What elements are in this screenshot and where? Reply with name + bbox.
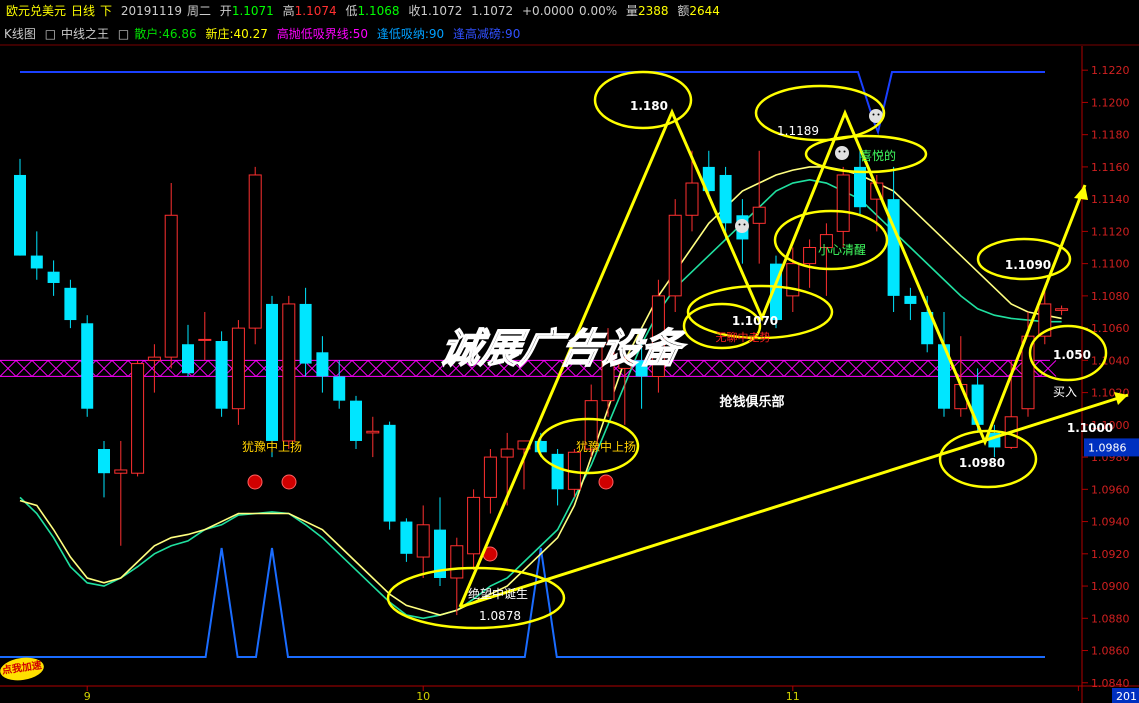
smiley-eye [738, 223, 741, 226]
smiley-eye [743, 223, 746, 226]
candle-body-down [215, 341, 228, 409]
candle-body-up [1055, 308, 1069, 311]
signal-dot [247, 474, 263, 490]
top-signal-line [20, 71, 1045, 136]
candle-body-up [231, 327, 245, 410]
label-buy: 买入 [1053, 385, 1077, 399]
candle-body-up [416, 524, 430, 558]
candle-body-down [64, 287, 77, 321]
x-tick-label: 201 [1116, 690, 1137, 703]
label-1090: 1.1090 [1005, 258, 1051, 272]
label-1050: 1.050 [1053, 348, 1091, 362]
candle-body-up [198, 338, 212, 341]
label-hesitate-2: 犹豫中上扬 [576, 439, 636, 454]
candle-body-up [282, 303, 296, 442]
candle-body-down [81, 323, 94, 409]
x-tick-label: 11 [786, 690, 800, 703]
smiley-icon [735, 219, 749, 233]
candle-body-up [500, 448, 514, 458]
candle-body-down [30, 255, 43, 269]
candle-body-up [164, 214, 178, 358]
candle-body-up [836, 174, 850, 232]
candle-body-down [551, 453, 564, 490]
smiley-eye [872, 113, 875, 116]
signal-dot [598, 474, 614, 490]
candle-body-up [131, 363, 145, 474]
x-tick-label: 10 [416, 690, 430, 703]
candle-body-down [333, 376, 346, 401]
y-tick-label: 1.0900 [1091, 580, 1130, 593]
y-tick-label: 1.1060 [1091, 322, 1130, 335]
candle-body-down [971, 384, 984, 425]
label-careful: 小心清醒 [818, 243, 866, 257]
candle-body-up [668, 214, 682, 297]
y-tick-label: 1.0880 [1091, 612, 1130, 625]
y-tick-label: 1.1100 [1091, 258, 1130, 271]
candle-body-up [803, 247, 817, 265]
support-trend-line [459, 393, 1129, 609]
y-tick-label: 1.1180 [1091, 129, 1130, 142]
y-tick-label: 1.0860 [1091, 645, 1130, 658]
label-despair: 绝望中诞生 [468, 586, 528, 601]
candle-body-down [534, 440, 547, 453]
y-tick-label: 1.0840 [1091, 677, 1130, 690]
candle-body-up [248, 174, 262, 329]
label-1189: 1.1189 [777, 124, 819, 138]
smiley-icon [835, 146, 849, 160]
candle-body-up [1021, 335, 1035, 410]
label-hesitate-1: 犹豫中上扬 [242, 439, 302, 454]
candle-body-up [752, 206, 766, 224]
candle-body-down [316, 352, 329, 377]
candle-body-up [366, 430, 380, 434]
candle-body-up [467, 496, 481, 555]
y-tick-label: 1.1040 [1091, 354, 1130, 367]
current-price-label: 1.0986 [1088, 441, 1127, 454]
y-tick-label: 1.1220 [1091, 64, 1130, 77]
trend-arrowhead [1074, 185, 1088, 200]
smiley-eye [838, 150, 841, 153]
candle-body-down [266, 303, 278, 441]
y-tick-label: 1.0940 [1091, 516, 1130, 529]
y-tick-label: 1.0920 [1091, 548, 1130, 561]
watermark-text: 诚展广告设备 [436, 324, 692, 371]
label-club: 抢钱俱乐部 [719, 394, 784, 410]
candle-body-up [786, 263, 800, 297]
y-tick-label: 1.1200 [1091, 96, 1130, 109]
candle-body-down [98, 449, 110, 474]
candle-body-up [483, 456, 497, 498]
label-nothing: 无聊中走势 [716, 330, 771, 344]
y-tick-label: 1.1080 [1091, 290, 1130, 303]
label-1070: 1.1070 [732, 314, 778, 328]
smiley-eye [843, 150, 846, 153]
candle-body-down [182, 344, 194, 374]
y-tick-label: 1.1140 [1091, 193, 1130, 206]
candle-body-down [350, 400, 362, 441]
label-1180: 1.180 [630, 99, 668, 113]
y-tick-label: 1.0960 [1091, 483, 1130, 496]
candle-body-up [685, 182, 699, 216]
candle-body-down [47, 271, 60, 283]
label-1000: 1.1000 [1067, 421, 1113, 435]
label-0878: 1.0878 [479, 609, 521, 623]
candle-body-down [400, 521, 413, 554]
y-tick-label: 1.1120 [1091, 225, 1130, 238]
candle-body-up [114, 469, 128, 474]
label-joy: 喜悦的 [860, 148, 896, 163]
signal-dot [281, 474, 297, 490]
candle-body-down [14, 174, 26, 256]
candle-body-up [147, 356, 161, 361]
price-chart[interactable]: 1.1220 1.1200 1.1180 1.1160 1.1140 1.1120 1.11… [0, 0, 1139, 703]
candle-body-down [904, 295, 917, 304]
candle-body-down [719, 174, 732, 224]
candle-body-down [383, 424, 396, 522]
label-0980: 1.0980 [959, 456, 1005, 470]
candle-body-up [450, 545, 464, 579]
ellipse-1189 [754, 84, 886, 142]
smiley-eye [877, 113, 880, 116]
candle-body-down [299, 303, 312, 364]
x-tick-label: 9 [84, 690, 91, 703]
y-tick-label: 1.1160 [1091, 161, 1130, 174]
